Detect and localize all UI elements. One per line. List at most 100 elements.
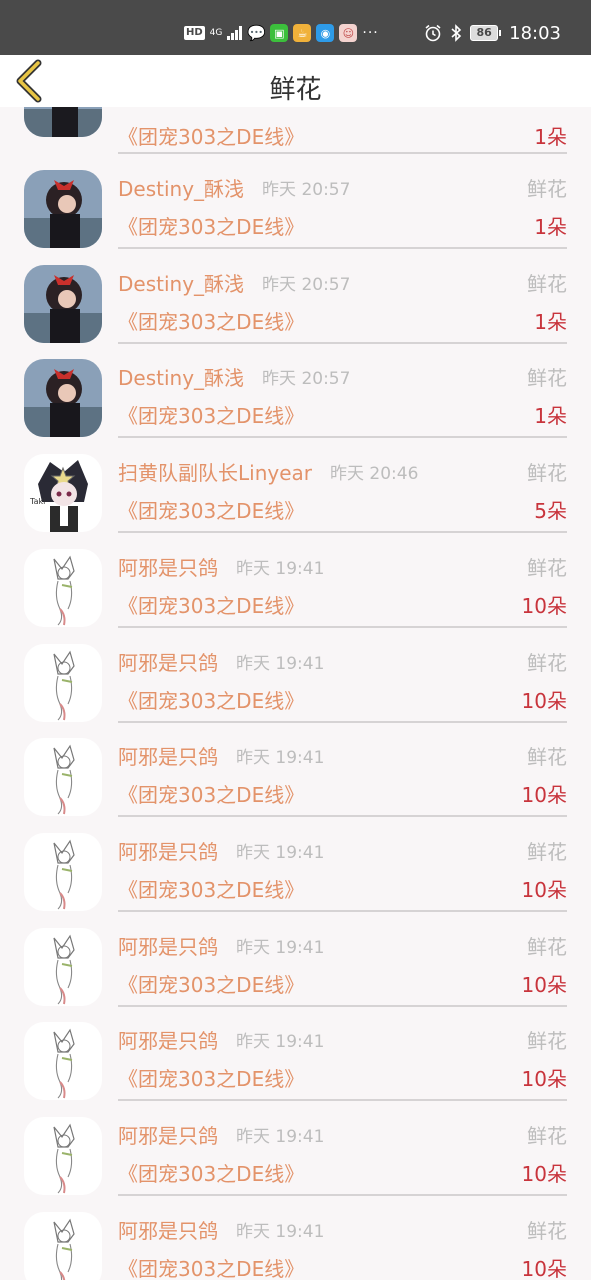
work-title[interactable]: 《团宠303之DE线》: [118, 121, 304, 150]
flower-count: 5朵: [534, 499, 567, 524]
sketch-avatar[interactable]: [24, 1211, 102, 1280]
user-name[interactable]: 阿邪是只鸽: [118, 741, 218, 770]
gift-type-label: 鲜花: [527, 1124, 567, 1148]
anime-app-icon: ☺: [339, 24, 358, 42]
user-name[interactable]: 阿邪是只鸽: [118, 931, 218, 960]
flower-count: 10朵: [521, 877, 567, 902]
user-name[interactable]: 阿邪是只鸽: [118, 552, 218, 581]
work-title[interactable]: 《团宠303之DE线》: [118, 1063, 304, 1092]
list-item[interactable]: Taki 扫黄队副队长Linyear 昨天 20:46 鲜花《团宠303之DE线》 5朵: [0, 438, 591, 534]
sketch-avatar[interactable]: [24, 832, 102, 911]
user-name[interactable]: 阿邪是只鸽: [118, 1215, 218, 1244]
work-title[interactable]: 《团宠303之DE线》: [118, 969, 304, 998]
user-name[interactable]: 阿邪是只鸽: [118, 647, 218, 676]
user-name[interactable]: 扫黄队副队长Linyear: [118, 457, 312, 486]
sketch-avatar[interactable]: [24, 548, 102, 627]
list-item[interactable]: 阿邪是只鸽 昨天 19:41 鲜花 《团宠303之DE线》 10朵: [0, 912, 591, 1007]
list-item-partial[interactable]: 《团宠303之DE线》 1朵: [0, 107, 591, 154]
work-title[interactable]: 《团宠303之DE线》: [118, 211, 304, 240]
network-type: 4G: [209, 28, 223, 38]
gift-time: 昨天 20:57: [262, 180, 351, 200]
svg-text:Taki: Taki: [29, 497, 45, 506]
sketch-avatar[interactable]: [24, 738, 102, 817]
flower-count: 10朵: [521, 688, 567, 713]
gift-type-label: 鲜花: [527, 650, 567, 675]
work-title[interactable]: 《团宠303之DE线》: [118, 495, 304, 524]
sketch-avatar[interactable]: [24, 1022, 102, 1101]
work-title[interactable]: 《团宠303之DE线》: [118, 400, 304, 429]
wechat-icon: 💬: [247, 24, 266, 42]
sketch-avatar[interactable]: [24, 643, 102, 722]
sketch-avatar[interactable]: [24, 927, 102, 1006]
work-title[interactable]: 《团宠303之DE线》: [118, 779, 304, 808]
gift-type-label: 鲜花: [527, 461, 567, 486]
list-item[interactable]: 阿邪是只鸽 昨天 19:41 鲜花 《团宠303之DE线》 10朵: [0, 1006, 591, 1102]
user-name[interactable]: 阿邪是只鸽: [118, 1120, 218, 1149]
gift-time: 昨天 19:41: [236, 1032, 325, 1053]
status-bar-left: HD 4G 💬 ▣ ☕ ◉ ☺ ···: [184, 22, 379, 44]
list-item[interactable]: 阿邪是只鸽 昨天 19:41 鲜花《团宠303之DE线》 10朵: [0, 1196, 591, 1280]
work-title[interactable]: 《团宠303之DE线》: [118, 590, 304, 619]
nav-header: 鲜花: [0, 55, 591, 107]
gift-time: 昨天 19:41: [236, 653, 325, 674]
list-item[interactable]: Destiny_酥浅 昨天 20:57 鲜花《团宠303之DE线》 1朵: [0, 154, 591, 249]
list-item[interactable]: Destiny_酥浅 昨天 20:57 鲜花 《团宠303之DE线》 1朵: [0, 343, 591, 439]
battery-level: 86: [470, 25, 499, 41]
user-name[interactable]: Destiny_酥浅: [118, 173, 244, 202]
flower-count: 10朵: [521, 1256, 567, 1280]
iqiyi-icon: ▣: [270, 24, 289, 42]
flower-count: 10朵: [521, 1162, 567, 1186]
list-item[interactable]: 阿邪是只鸽 昨天 19:41 鲜花《团宠303之DE线》 10朵: [0, 722, 591, 818]
gift-type-label: 鲜花: [527, 745, 567, 770]
alarm-icon: [425, 24, 441, 42]
user-name[interactable]: 阿邪是只鸽: [118, 1025, 218, 1054]
user-name[interactable]: 阿邪是只鸽: [118, 836, 218, 865]
list-item[interactable]: 阿邪是只鸽 昨天 19:41 鲜花 《团宠303之DE线》 10朵: [0, 533, 591, 628]
girl-avatar[interactable]: [24, 264, 102, 343]
gift-time: 昨天 19:41: [236, 748, 325, 769]
signal-icon: [227, 26, 243, 40]
list-item[interactable]: 阿邪是只鸽 昨天 19:41 鲜花《团宠303之DE线》 10朵: [0, 1101, 591, 1196]
flower-count: 10朵: [521, 593, 567, 618]
list-item[interactable]: Destiny_酥浅 昨天 20:57 鲜花 《团宠303之DE线》 1朵: [0, 249, 591, 344]
gift-type-label: 鲜花: [527, 839, 567, 864]
chibi-avatar[interactable]: Taki: [24, 454, 102, 533]
sketch-avatar[interactable]: [24, 1117, 102, 1195]
work-title[interactable]: 《团宠303之DE线》: [118, 306, 304, 335]
user-name[interactable]: Destiny_酥浅: [118, 268, 244, 297]
hd-icon: HD: [184, 26, 205, 40]
girl-avatar[interactable]: [24, 359, 102, 438]
gift-type-label: 鲜花: [527, 1029, 567, 1054]
gift-type-label: 鲜花: [527, 1218, 567, 1243]
more-notifications-icon: ···: [362, 25, 379, 41]
gift-time: 昨天 19:41: [236, 842, 325, 863]
gift-time: 昨天 20:46: [330, 464, 419, 485]
work-title[interactable]: 《团宠303之DE线》: [118, 1158, 304, 1187]
flower-count: 1朵: [534, 404, 567, 429]
gift-time: 昨天 19:41: [236, 937, 325, 958]
flower-count: 10朵: [521, 783, 567, 808]
battery-icon: 86: [470, 25, 502, 41]
gift-type-label: 鲜花: [527, 271, 567, 296]
gift-type-label: 鲜花: [527, 366, 567, 391]
flower-count: 1朵: [534, 125, 567, 149]
girl-avatar[interactable]: [24, 170, 102, 248]
status-bar: HD 4G 💬 ▣ ☕ ◉ ☺ ··· 86 18:03: [0, 0, 591, 55]
user-name[interactable]: Destiny_酥浅: [118, 362, 244, 391]
girl-avatar[interactable]: [24, 107, 102, 137]
work-title[interactable]: 《团宠303之DE线》: [118, 1253, 304, 1280]
gift-time: 昨天 19:41: [236, 1127, 325, 1147]
gift-time: 昨天 19:41: [236, 1221, 325, 1242]
list-item[interactable]: 阿邪是只鸽 昨天 19:41 鲜花《团宠303之DE线》 10朵: [0, 628, 591, 723]
gift-type-label: 鲜花: [527, 555, 567, 580]
clock: 18:03: [509, 22, 561, 44]
gift-type-label: 鲜花: [527, 177, 567, 201]
flower-count: 1朵: [534, 215, 567, 239]
gift-type-label: 鲜花: [527, 934, 567, 959]
flower-gift-list[interactable]: 《团宠303之DE线》 1朵 Destiny_酥浅 昨天 20:57 鲜花 《团宠30…: [0, 107, 591, 1280]
list-item[interactable]: 阿邪是只鸽 昨天 19:41 鲜花《团宠303之DE线》 10朵: [0, 817, 591, 912]
work-title[interactable]: 《团宠303之DE线》: [118, 685, 304, 714]
work-title[interactable]: 《团宠303之DE线》: [118, 874, 304, 903]
bluetooth-icon: [451, 24, 462, 42]
flower-count: 1朵: [534, 309, 567, 334]
